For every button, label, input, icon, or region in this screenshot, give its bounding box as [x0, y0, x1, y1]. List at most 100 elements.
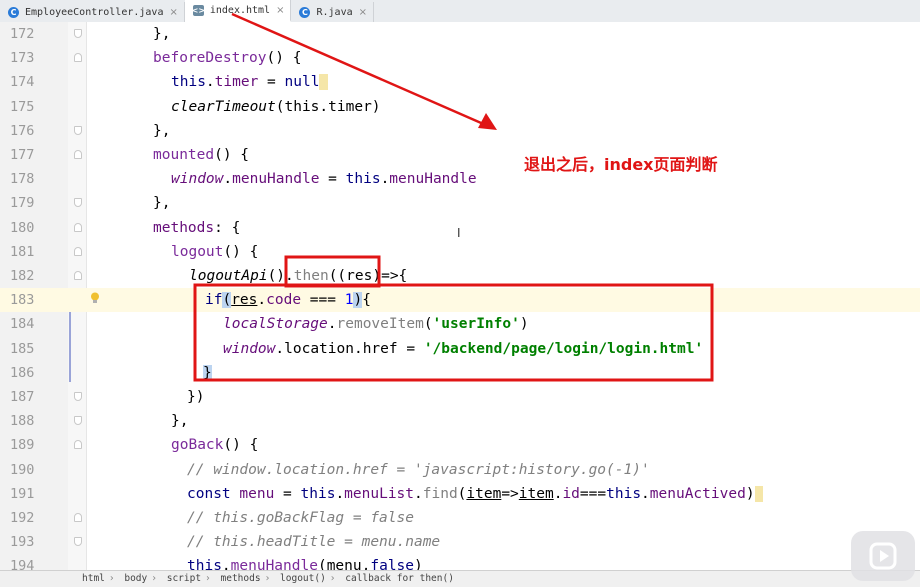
breadcrumb: html › body › script › methods › logout() › c…: [0, 570, 920, 587]
code-comment: // window.location.href = 'javascript:hi…: [187, 461, 650, 478]
code-comment: // this.headTitle = menu.name: [187, 534, 441, 551]
line-number: 190: [10, 461, 35, 478]
code-line[interactable]: 175 clearTimeout(this.timer): [0, 95, 920, 119]
close-icon[interactable]: ×: [359, 7, 367, 18]
code-text: this.menuHandle(menu,false): [187, 558, 423, 570]
line-number: 173: [10, 50, 35, 67]
fold-marker-icon[interactable]: [74, 222, 82, 232]
line-number: 174: [10, 74, 35, 91]
tab-label: R.java: [316, 6, 353, 18]
code-line[interactable]: 174 this.timer = null: [0, 70, 920, 94]
code-text: },: [153, 195, 171, 212]
tab-label: index.html: [209, 4, 271, 16]
line-number: 186: [10, 364, 35, 381]
breadcrumb-item[interactable]: logout(): [280, 573, 326, 584]
code-editor[interactable]: 172 }, 173 beforeDestroy() { 174 this.ti…: [0, 22, 920, 570]
line-number: 191: [10, 485, 35, 502]
close-icon[interactable]: ×: [276, 5, 284, 16]
code-line[interactable]: 177 mounted() {: [0, 143, 920, 167]
java-class-icon: C: [299, 6, 311, 18]
code-comment: // this.goBackFlag = false: [187, 510, 414, 526]
line-number: 184: [10, 316, 35, 333]
tab-r-java[interactable]: C R.java ×: [291, 2, 374, 22]
line-number: 192: [10, 510, 35, 526]
line-number: 179: [10, 195, 35, 212]
fold-marker-icon[interactable]: [74, 392, 82, 401]
line-number: 180: [10, 219, 35, 236]
tab-index-html[interactable]: <> index.html ×: [184, 0, 292, 22]
code-line[interactable]: 182 logoutApi().then((res)=>{: [0, 264, 920, 288]
code-text: this.timer = null: [171, 70, 329, 94]
line-number: 185: [10, 340, 35, 357]
line-number: 193: [10, 534, 35, 551]
tab-employee-controller[interactable]: C EmployeeController.java ×: [0, 2, 185, 22]
code-line[interactable]: 178 window.menuHandle = this.menuHandle: [0, 167, 920, 191]
editor-tab-bar: C EmployeeController.java × <> index.htm…: [0, 0, 920, 23]
line-number: 178: [10, 171, 35, 188]
fold-marker-icon[interactable]: [74, 198, 82, 208]
fold-marker-icon[interactable]: [74, 416, 82, 426]
code-text: beforeDestroy() {: [153, 50, 302, 67]
breadcrumb-item[interactable]: callback for then(): [345, 573, 454, 584]
fold-marker-icon[interactable]: [74, 513, 82, 522]
line-number: 189: [10, 437, 35, 454]
html-file-icon: <>: [191, 4, 206, 16]
line-number: 187: [10, 389, 35, 405]
code-line[interactable]: 181 logout() {: [0, 240, 920, 264]
code-text: const menu = this.menuList.find(item=>it…: [187, 482, 764, 506]
code-line[interactable]: 176 },: [0, 119, 920, 143]
lightbulb-icon[interactable]: [90, 292, 100, 304]
code-line[interactable]: 190 // window.location.href = 'javascrip…: [0, 458, 920, 482]
code-text: }): [187, 389, 205, 405]
close-icon[interactable]: ×: [169, 7, 177, 18]
java-class-icon: C: [8, 6, 19, 18]
fold-marker-icon[interactable]: [74, 537, 82, 547]
line-number: 188: [10, 413, 35, 430]
breadcrumb-item[interactable]: html: [82, 573, 105, 584]
line-number: 183: [10, 292, 35, 309]
code-line[interactable]: 191 const menu = this.menuList.find(item…: [0, 482, 920, 506]
fold-marker-icon[interactable]: [74, 29, 82, 38]
code-line[interactable]: 185 window.location.href = '/backend/pag…: [0, 337, 920, 361]
code-text: localStorage.removeItem('userInfo'): [223, 316, 529, 333]
play-icon: [869, 542, 897, 570]
fold-marker-icon[interactable]: [74, 53, 82, 63]
code-text: },: [153, 122, 171, 139]
code-text: },: [171, 413, 189, 430]
code-line[interactable]: 186 }: [0, 361, 920, 385]
tab-label: EmployeeController.java: [25, 6, 164, 18]
code-text: }: [203, 364, 212, 381]
code-line[interactable]: 192 // this.goBackFlag = false: [0, 506, 920, 530]
fold-marker-icon[interactable]: [74, 125, 82, 135]
fold-marker-icon[interactable]: [74, 440, 82, 450]
code-text: logout() {: [171, 243, 259, 260]
code-line-current[interactable]: 183 if(res.code === 1){: [0, 288, 920, 313]
code-text: methods: {: [153, 219, 241, 236]
code-line[interactable]: 194 this.menuHandle(menu,false): [0, 554, 920, 570]
line-number: 175: [10, 98, 35, 115]
code-line[interactable]: 179 },: [0, 191, 920, 215]
code-text: window.menuHandle = this.menuHandle: [171, 171, 477, 188]
fold-marker-icon[interactable]: [74, 271, 82, 280]
video-play-button[interactable]: [851, 531, 915, 581]
line-number: 194: [10, 558, 35, 570]
code-text: window.location.href = '/backend/page/lo…: [223, 340, 704, 357]
code-line[interactable]: 184 localStorage.removeItem('userInfo'): [0, 312, 920, 336]
text-cursor-icon: I: [457, 226, 461, 240]
code-line[interactable]: 172 },: [0, 22, 920, 46]
code-line[interactable]: 188 },: [0, 409, 920, 433]
breadcrumb-item[interactable]: script: [167, 573, 201, 584]
fold-marker-icon[interactable]: [74, 246, 82, 256]
fold-marker-icon[interactable]: [74, 150, 82, 159]
breadcrumb-item[interactable]: methods: [221, 573, 261, 584]
code-text: goBack() {: [171, 437, 259, 454]
code-line[interactable]: 173 beforeDestroy() {: [0, 46, 920, 70]
line-number: 182: [10, 268, 35, 284]
code-line[interactable]: 189 goBack() {: [0, 433, 920, 457]
code-text: mounted() {: [153, 147, 250, 163]
breadcrumb-item[interactable]: body: [124, 573, 147, 584]
code-line[interactable]: 193 // this.headTitle = menu.name: [0, 530, 920, 554]
code-text: },: [153, 26, 171, 42]
code-line[interactable]: 187 }): [0, 385, 920, 409]
annotation-label: 退出之后，index页面判断: [524, 155, 718, 174]
